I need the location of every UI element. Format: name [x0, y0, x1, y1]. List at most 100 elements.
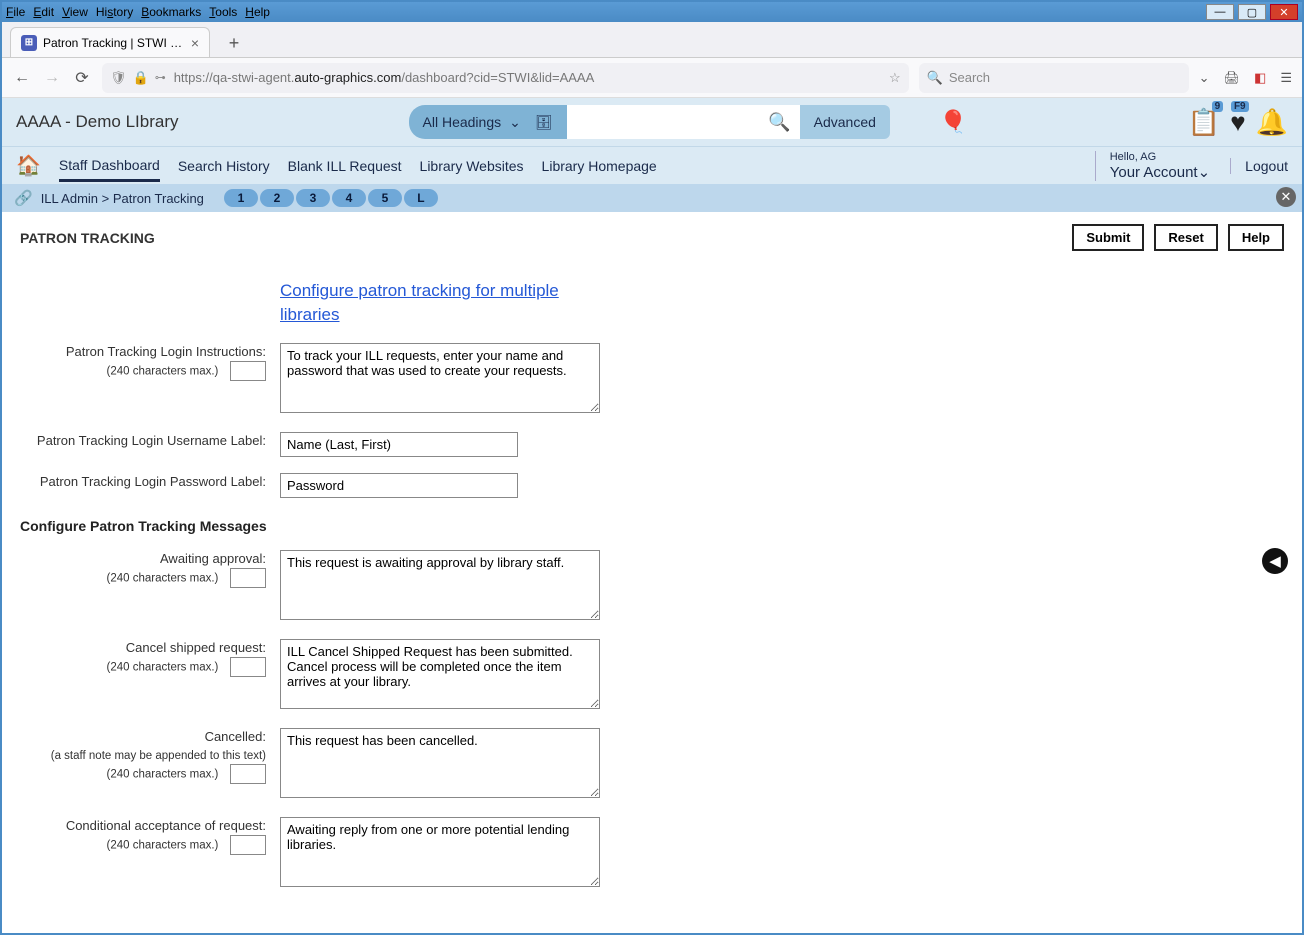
charcount-box [230, 361, 266, 381]
search-icon: 🔍 [927, 70, 943, 86]
charcount-box [230, 568, 266, 588]
reset-button[interactable]: Reset [1154, 224, 1217, 251]
browser-search-bar[interactable]: 🔍 Search [919, 63, 1189, 93]
window-minimize-button[interactable]: — [1206, 4, 1234, 20]
logout-link[interactable]: Logout [1230, 158, 1288, 174]
os-menu-bookmarks[interactable]: Bookmarks [141, 5, 201, 19]
conditional-label: Conditional acceptance of request: [66, 818, 266, 833]
login-instructions-label: Patron Tracking Login Instructions: [66, 344, 266, 359]
window-maximize-button[interactable]: ▢ [1238, 4, 1266, 20]
page-pill-l[interactable]: L [404, 189, 438, 207]
breadcrumb-admin[interactable]: ILL Admin [41, 191, 98, 206]
password-label-label: Patron Tracking Login Password Label: [40, 474, 266, 489]
content-area: PATRON TRACKING Submit Reset Help Config… [2, 212, 1302, 908]
username-label-input[interactable] [280, 432, 518, 457]
page-pill-5[interactable]: 5 [368, 189, 402, 207]
breadcrumb-close-icon[interactable]: ✕ [1276, 187, 1296, 207]
nav-library-homepage[interactable]: Library Homepage [542, 158, 657, 174]
tab-title: Patron Tracking | STWI | aaaa | A [43, 36, 185, 50]
extension-icon[interactable]: ◧ [1254, 70, 1266, 86]
bookmark-star-icon[interactable]: ☆ [889, 70, 901, 86]
favorites-icon[interactable]: ♥F9 [1230, 107, 1245, 138]
os-menu-view[interactable]: View [62, 5, 88, 19]
cancelled-textarea[interactable] [280, 728, 600, 798]
cancel-shipped-label: Cancel shipped request: [126, 640, 266, 655]
database-icon[interactable]: 🗄 [535, 114, 553, 131]
url-text: https://qa-stwi-agent.auto-graphics.com/… [174, 70, 889, 85]
password-label-input[interactable] [280, 473, 518, 498]
back-button[interactable]: ← [12, 68, 32, 88]
page-pill-4[interactable]: 4 [332, 189, 366, 207]
catalog-search-button[interactable]: 🔍 [760, 105, 800, 139]
browser-nav-bar: ← → ⟳ 🛡 🔒 ⊶ https://qa-stwi-agent.auto-g… [2, 58, 1302, 98]
configure-multiple-link[interactable]: Configure patron tracking for multiple l… [280, 279, 600, 327]
charcount-box [230, 657, 266, 677]
balloon-icon[interactable]: 🎈 [940, 109, 967, 135]
search-type-label: All Headings [423, 114, 502, 130]
url-bar[interactable]: 🛡 🔒 ⊶ https://qa-stwi-agent.auto-graphic… [102, 63, 909, 93]
awaiting-sub: (240 characters max.) [107, 572, 219, 584]
charcount-box [230, 835, 266, 855]
chevron-down-icon: ⌄ [509, 114, 521, 131]
page-pill-1[interactable]: 1 [224, 189, 258, 207]
browser-tab[interactable]: ⊞ Patron Tracking | STWI | aaaa | A × [10, 27, 210, 57]
home-icon[interactable]: 🏠 [16, 153, 41, 178]
awaiting-label: Awaiting approval: [160, 551, 266, 566]
chevron-down-icon: ⌄ [1198, 164, 1211, 181]
os-menu-help[interactable]: Help [245, 5, 270, 19]
nav-search-history[interactable]: Search History [178, 158, 270, 174]
breadcrumb-page: Patron Tracking [113, 191, 204, 206]
conditional-sub: (240 characters max.) [107, 839, 219, 851]
advanced-search-button[interactable]: Advanced [800, 105, 890, 139]
shield-icon: 🛡 [110, 70, 127, 86]
permissions-icon: ⊶ [155, 71, 166, 84]
os-menu-tools[interactable]: Tools [209, 5, 237, 19]
breadcrumb-bar: 🔗 ILL Admin > Patron Tracking 1 2 3 4 5 … [2, 184, 1302, 212]
page-pill-2[interactable]: 2 [260, 189, 294, 207]
nav-blank-ill-request[interactable]: Blank ILL Request [288, 158, 402, 174]
cancelled-sub2: (240 characters max.) [107, 768, 219, 780]
login-instructions-sub: (240 characters max.) [107, 365, 219, 377]
hello-text: Hello, AG [1110, 151, 1210, 163]
app-menu-icon[interactable]: ☰ [1280, 70, 1292, 86]
awaiting-textarea[interactable] [280, 550, 600, 620]
nav-staff-dashboard[interactable]: Staff Dashboard [59, 157, 160, 182]
tab-favicon: ⊞ [21, 35, 37, 51]
forward-button[interactable]: → [42, 68, 62, 88]
nav-library-websites[interactable]: Library Websites [420, 158, 524, 174]
catalog-search-input[interactable] [567, 105, 760, 139]
username-label-label: Patron Tracking Login Username Label: [37, 433, 266, 448]
cancel-shipped-sub: (240 characters max.) [107, 661, 219, 673]
account-menu[interactable]: Hello, AG Your Account⌄ [1095, 151, 1210, 181]
cancel-shipped-textarea[interactable] [280, 639, 600, 709]
chain-icon: 🔗 [14, 189, 33, 207]
reload-button[interactable]: ⟳ [72, 68, 92, 88]
submit-button[interactable]: Submit [1072, 224, 1144, 251]
fav-badge: F9 [1231, 101, 1249, 112]
pocket-icon[interactable]: ⌄ [1199, 70, 1210, 86]
new-tab-button[interactable]: + [220, 29, 248, 57]
window-close-button[interactable]: ✕ [1270, 4, 1298, 20]
list-badge: 9 [1212, 101, 1224, 112]
page-pill-3[interactable]: 3 [296, 189, 330, 207]
conditional-textarea[interactable] [280, 817, 600, 887]
account-label: Your Account [1110, 164, 1198, 181]
list-icon[interactable]: 📋9 [1188, 107, 1220, 138]
messages-section-heading: Configure Patron Tracking Messages [20, 518, 1284, 534]
os-menu-edit[interactable]: Edit [33, 5, 54, 19]
page-title: PATRON TRACKING [20, 230, 155, 246]
login-instructions-textarea[interactable] [280, 343, 600, 413]
browser-tab-bar: ⊞ Patron Tracking | STWI | aaaa | A × + [2, 22, 1302, 58]
os-menu-file[interactable]: File [6, 5, 25, 19]
os-menu-bar: File Edit View History Bookmarks Tools H… [2, 2, 1302, 22]
help-button[interactable]: Help [1228, 224, 1284, 251]
search-placeholder: Search [949, 70, 990, 85]
search-type-dropdown[interactable]: All Headings ⌄ 🗄 [409, 105, 567, 139]
print-icon[interactable]: 🖨 [1224, 70, 1241, 86]
cancelled-label: Cancelled: [205, 729, 266, 744]
tab-close-icon[interactable]: × [191, 35, 199, 51]
app-nav: 🏠 Staff Dashboard Search History Blank I… [2, 146, 1302, 184]
os-menu-history[interactable]: History [96, 5, 133, 19]
side-nav-circle[interactable]: ◀ [1262, 548, 1288, 574]
bell-icon[interactable]: 🔔 [1256, 107, 1288, 138]
